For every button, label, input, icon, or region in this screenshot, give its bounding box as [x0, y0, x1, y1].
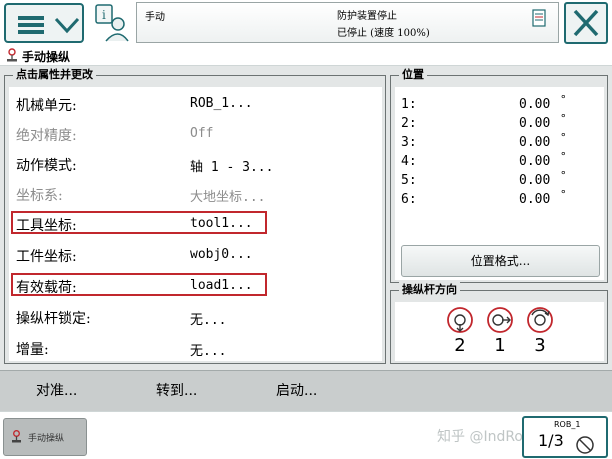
property-row-coordinate-system: 坐标系: 大地坐标...	[9, 179, 382, 207]
event-log-icon	[532, 9, 546, 27]
view-title-bar: 手动操纵	[0, 45, 612, 66]
properties-group: 点击属性并更改 机械单元: ROB_1... 绝对精度: Off 动作模式: 轴…	[4, 67, 386, 364]
property-value[interactable]: 轴 1 - 3...	[190, 156, 273, 175]
property-label: 机械单元:	[16, 98, 77, 114]
property-row-work-object[interactable]: 工件坐标: wobj0...	[9, 240, 382, 268]
position-format-button[interactable]: 位置格式...	[401, 245, 600, 277]
axis-value: 0.00	[519, 173, 551, 188]
properties-group-title: 点击属性并更改	[13, 67, 96, 83]
position-row: 1: 0.00 °	[395, 93, 604, 115]
svg-text:i: i	[102, 8, 106, 22]
property-value[interactable]: wobj0...	[190, 247, 253, 262]
property-row-mechanical-unit[interactable]: 机械单元: ROB_1...	[9, 89, 382, 117]
start-button[interactable]: 启动...	[276, 380, 317, 400]
property-label: 工件坐标:	[16, 249, 77, 265]
axis-value: 0.00	[519, 116, 551, 131]
axis-unit: °	[560, 150, 567, 163]
taskbar: 手动操纵 知乎 @IndRobSim ROB_1 1/3	[0, 411, 612, 459]
task-jogging-button[interactable]: 手动操纵	[3, 418, 87, 456]
axis-value: 0.00	[519, 135, 551, 150]
action-bar: 对准... 转到... 启动...	[0, 370, 612, 411]
axis-index: 5:	[401, 173, 417, 188]
position-list: 1: 0.00 ° 2: 0.00 ° 3: 0.00 ° 4: 0.00 ° …	[395, 87, 604, 280]
axis-index: 2:	[401, 116, 417, 131]
position-row: 4: 0.00 °	[395, 150, 604, 172]
operating-mode: 手动	[145, 12, 165, 23]
properties-list: 机械单元: ROB_1... 绝对精度: Off 动作模式: 轴 1 - 3..…	[9, 87, 382, 361]
axis-value: 0.00	[519, 97, 551, 112]
status-panel[interactable]: 手动 防护装置停止 已停止 (速度 100%)	[136, 2, 559, 43]
axis-unit: °	[560, 112, 567, 125]
page-title: 手动操纵	[22, 50, 71, 64]
axis-unit: °	[560, 188, 567, 201]
property-label: 坐标系:	[16, 188, 63, 204]
tool-highlight-box	[11, 211, 267, 234]
axis-value: 0.00	[519, 154, 551, 169]
payload-highlight-box	[11, 273, 267, 296]
position-row: 2: 0.00 °	[395, 112, 604, 134]
quickset-button[interactable]: ROB_1 1/3	[522, 416, 608, 458]
quickset-robot-label: ROB_1	[554, 420, 581, 429]
property-row-joystick-lock[interactable]: 操纵杆锁定: 无...	[9, 302, 382, 330]
quickset-fraction: 1/3	[538, 431, 564, 450]
close-button[interactable]	[564, 2, 608, 44]
axis-unit: °	[560, 131, 567, 144]
joystick-direction-group: 操纵杆方向 2 1 3	[390, 282, 608, 364]
property-value[interactable]: ROB_1...	[190, 96, 253, 111]
property-label: 操纵杆锁定:	[16, 311, 91, 327]
jogging-icon	[7, 48, 17, 62]
main-menu-button[interactable]	[4, 3, 84, 43]
goto-button[interactable]: 转到...	[156, 380, 197, 400]
joystick-leftright-icon	[487, 307, 513, 333]
axis-unit: °	[560, 169, 567, 182]
close-icon	[573, 9, 599, 37]
axis-index: 1:	[401, 97, 417, 112]
position-row: 3: 0.00 °	[395, 131, 604, 153]
status-line-2: 已停止 (速度 100%)	[337, 28, 430, 39]
property-value: 大地坐标...	[190, 190, 266, 205]
property-label: 绝对精度:	[16, 128, 77, 144]
task-label: 手动操纵	[28, 434, 65, 444]
position-row: 6: 0.00 °	[395, 188, 604, 210]
property-value: Off	[190, 126, 214, 141]
property-row-increment[interactable]: 增量: 无...	[9, 333, 382, 361]
operator-info-icon[interactable]: i	[94, 3, 130, 43]
top-bar: i 手动 防护装置停止 已停止 (速度 100%)	[0, 0, 612, 48]
axis-index: 6:	[401, 192, 417, 207]
align-button[interactable]: 对准...	[36, 380, 77, 400]
axis-index: 4:	[401, 154, 417, 169]
status-line-1: 防护装置停止	[337, 11, 397, 22]
joystick-axis-label: 3	[534, 335, 546, 356]
position-row: 5: 0.00 °	[395, 169, 604, 191]
main-content: 点击属性并更改 机械单元: ROB_1... 绝对精度: Off 动作模式: 轴…	[0, 66, 612, 370]
property-value[interactable]: 无...	[190, 309, 226, 328]
property-row-motion-mode[interactable]: 动作模式: 轴 1 - 3...	[9, 149, 382, 177]
jogging-icon	[12, 430, 21, 443]
axis-index: 3:	[401, 135, 417, 150]
hamburger-icon	[18, 16, 44, 34]
joystick-rotate-icon	[527, 307, 553, 333]
position-group-title: 位置	[399, 67, 427, 83]
chevron-down-icon	[54, 17, 80, 34]
axis-unit: °	[560, 93, 567, 106]
position-group: 位置 1: 0.00 ° 2: 0.00 ° 3: 0.00 ° 4: 0.00…	[390, 67, 608, 283]
joystick-axis-label: 1	[494, 335, 506, 356]
axis-value: 0.00	[519, 192, 551, 207]
joystick-axis-label: 2	[454, 335, 466, 356]
joystick-updown-icon	[447, 307, 473, 333]
property-label: 增量:	[16, 342, 49, 358]
property-row-absolute-accuracy: 绝对精度: Off	[9, 119, 382, 147]
property-value[interactable]: 无...	[190, 340, 226, 359]
joystick-group-title: 操纵杆方向	[399, 282, 460, 298]
increment-off-icon	[576, 436, 594, 454]
joystick-direction-panel: 2 1 3	[395, 302, 604, 361]
property-label: 动作模式:	[16, 158, 77, 174]
